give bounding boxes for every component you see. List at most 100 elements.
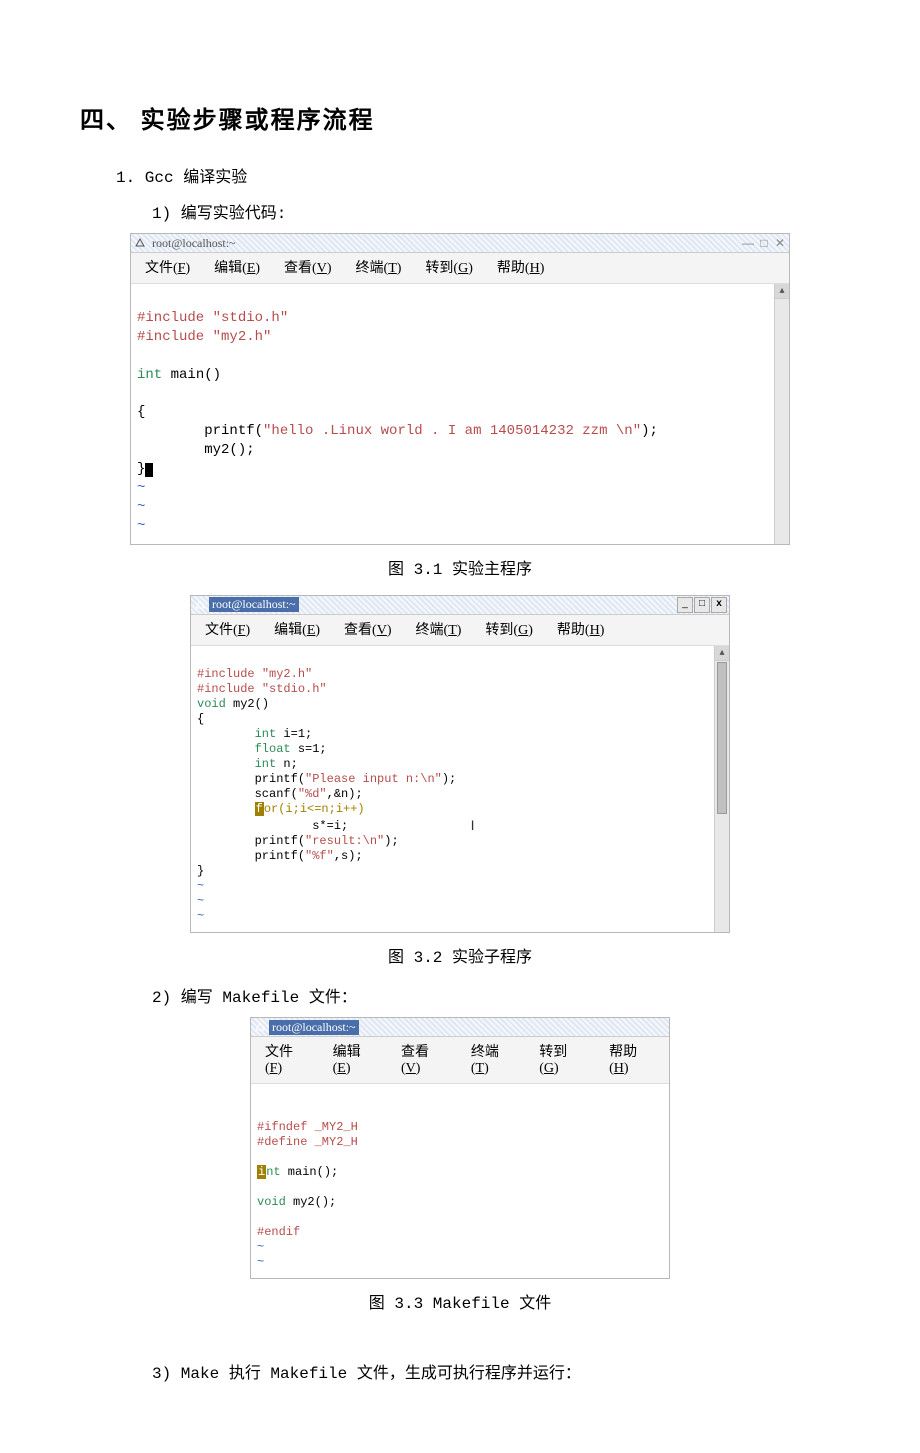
- maximize-button[interactable]: □: [757, 236, 771, 250]
- code-text: "stdio.h": [262, 682, 327, 696]
- vim-tilde: ~: [137, 499, 145, 515]
- menu-file[interactable]: 文件(F): [265, 1041, 309, 1077]
- menu-go[interactable]: 转到(G): [425, 257, 472, 277]
- code-text: "my2.h": [213, 329, 272, 345]
- code-text: #ifndef _MY2_H: [257, 1120, 358, 1134]
- code-text: void: [257, 1195, 286, 1209]
- app-icon: [133, 236, 147, 250]
- menu-view[interactable]: 查看(V): [284, 257, 331, 277]
- code-text: printf(: [197, 849, 305, 863]
- code-text: "my2.h": [262, 667, 312, 681]
- code-text: #endif: [257, 1225, 300, 1239]
- menu-go[interactable]: 转到(G): [539, 1041, 585, 1077]
- code-text: {: [137, 404, 145, 420]
- code-text: }: [137, 461, 145, 477]
- code-block-main: #include "stdio.h" #include "my2.h" int …: [131, 284, 789, 544]
- menu-edit[interactable]: 编辑(E): [214, 257, 260, 277]
- figure-caption-3: 图 3.3 Makefile 文件: [80, 1289, 840, 1313]
- code-text: "result:\n": [305, 834, 384, 848]
- code-block-makefile: #ifndef _MY2_H #define _MY2_H int main()…: [251, 1084, 669, 1278]
- menu-edit[interactable]: 编辑(E): [333, 1041, 377, 1077]
- menubar: 文件(F) 编辑(E) 查看(V) 终端(T) 转到(G) 帮助(H): [191, 615, 729, 646]
- code-text: );: [442, 772, 456, 786]
- menu-edit[interactable]: 编辑(E): [274, 619, 320, 639]
- code-text: }: [197, 864, 204, 878]
- window-title: root@localhost:~: [149, 236, 239, 251]
- code-text: "hello .Linux world . I am 1405014232 zz…: [263, 423, 641, 439]
- code-text: i: [257, 1165, 266, 1179]
- window-title: root@localhost:~: [269, 1020, 359, 1035]
- code-text: scanf(: [197, 787, 298, 801]
- code-text: my2();: [286, 1195, 336, 1209]
- code-text: s=1;: [291, 742, 327, 756]
- menu-terminal[interactable]: 终端(T): [471, 1041, 515, 1077]
- menubar: 文件(F) 编辑(E) 查看(V) 终端(T) 转到(G) 帮助(H): [251, 1037, 669, 1084]
- code-text: int: [137, 367, 162, 383]
- vim-tilde: ~: [257, 1240, 264, 1254]
- menu-help[interactable]: 帮助(H): [557, 619, 604, 639]
- vim-tilde: ~: [137, 518, 145, 534]
- vim-tilde: ~: [197, 894, 204, 908]
- code-text: my2();: [137, 442, 255, 458]
- maximize-button[interactable]: □: [694, 597, 710, 613]
- code-text: ,s);: [334, 849, 363, 863]
- titlebar-1: root@localhost:~ — □ ✕: [131, 234, 789, 253]
- titlebar-2: root@localhost:~ _ □ x: [191, 596, 729, 615]
- code-text: "stdio.h": [213, 310, 289, 326]
- code-text: or(i;i<=n;i++): [264, 802, 365, 816]
- terminal-window-3: root@localhost:~ 文件(F) 编辑(E) 查看(V) 终端(T)…: [250, 1017, 670, 1279]
- menu-go[interactable]: 转到(G): [485, 619, 532, 639]
- menu-help[interactable]: 帮助(H): [497, 257, 544, 277]
- code-text: );: [384, 834, 398, 848]
- code-text: printf(: [197, 834, 305, 848]
- figure-caption-1: 图 3.1 实验主程序: [80, 555, 840, 579]
- code-text: float: [197, 742, 291, 756]
- code-text: "%f": [305, 849, 334, 863]
- terminal-window-2: root@localhost:~ _ □ x 文件(F) 编辑(E) 查看(V)…: [190, 595, 730, 934]
- vim-tilde: ~: [197, 879, 204, 893]
- vim-tilde: ~: [197, 909, 204, 923]
- ibeam-cursor-icon: I: [471, 817, 475, 835]
- code-text: "%d": [298, 787, 327, 801]
- vim-tilde: ~: [137, 480, 145, 496]
- menu-help[interactable]: 帮助(H): [609, 1041, 655, 1077]
- code-text: printf(: [197, 772, 305, 786]
- code-text: main(): [162, 367, 221, 383]
- code-text: ,&n);: [327, 787, 363, 801]
- code-text: #include: [197, 682, 262, 696]
- code-text: printf(: [137, 423, 263, 439]
- menu-view[interactable]: 查看(V): [401, 1041, 447, 1077]
- code-text: );: [641, 423, 658, 439]
- menu-view[interactable]: 查看(V): [344, 619, 391, 639]
- code-text: void: [197, 697, 226, 711]
- window-title: root@localhost:~: [209, 597, 299, 612]
- menu-terminal[interactable]: 终端(T): [356, 257, 402, 277]
- menu-file[interactable]: 文件(F): [205, 619, 250, 639]
- titlebar-3: root@localhost:~: [251, 1018, 669, 1037]
- minimize-button[interactable]: —: [741, 236, 755, 250]
- code-text: nt: [266, 1165, 280, 1179]
- code-text: int: [197, 727, 276, 741]
- close-button[interactable]: ✕: [773, 236, 787, 250]
- code-text: i=1;: [276, 727, 312, 741]
- app-icon: [193, 598, 207, 612]
- terminal-window-1: root@localhost:~ — □ ✕ 文件(F) 编辑(E) 查看(V)…: [130, 233, 790, 545]
- menubar: 文件(F) 编辑(E) 查看(V) 终端(T) 转到(G) 帮助(H): [131, 253, 789, 284]
- menu-terminal[interactable]: 终端(T): [416, 619, 462, 639]
- menu-file[interactable]: 文件(F): [145, 257, 190, 277]
- code-text: #include: [197, 667, 262, 681]
- code-text: {: [197, 712, 204, 726]
- minimize-button[interactable]: _: [677, 597, 693, 613]
- code-text: [197, 802, 255, 816]
- app-icon: [253, 1020, 267, 1034]
- close-button[interactable]: x: [711, 597, 727, 613]
- code-text: int: [197, 757, 276, 771]
- figure-caption-2: 图 3.2 实验子程序: [80, 943, 840, 967]
- code-text: s*=i;: [197, 819, 348, 833]
- code-text: f: [255, 802, 264, 816]
- step-1: 1. Gcc 编译实验: [116, 163, 840, 187]
- step-1-1: 1) 编写实验代码:: [152, 199, 840, 223]
- code-text: #include: [137, 329, 213, 345]
- code-text: #include: [137, 310, 213, 326]
- cursor-icon: [145, 463, 153, 477]
